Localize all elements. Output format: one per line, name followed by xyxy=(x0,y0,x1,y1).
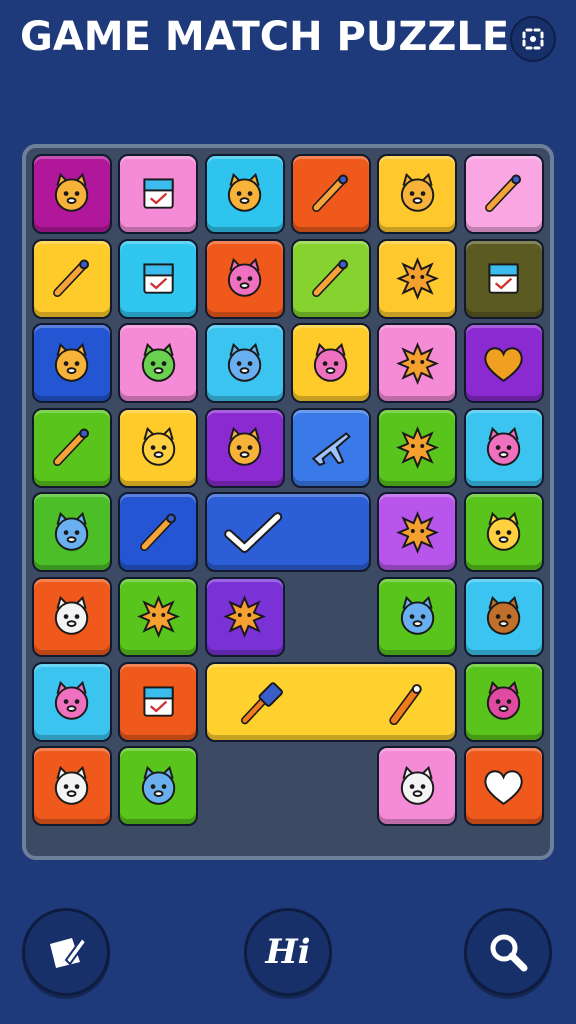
tile-blue-bear[interactable] xyxy=(204,323,285,404)
hammer-and-marker-icon xyxy=(240,682,422,726)
tile-calendar-grid[interactable] xyxy=(463,238,544,319)
balloon-cat-icon xyxy=(400,173,434,213)
tile-pink-bear[interactable] xyxy=(290,323,371,404)
blank-card-icon xyxy=(143,686,174,717)
tile-blue-fish-creature[interactable] xyxy=(377,577,458,657)
lion-face-icon xyxy=(55,173,89,213)
white-lion-icon xyxy=(55,596,89,636)
checklist-icon xyxy=(143,263,174,294)
airplane-icon xyxy=(312,432,352,467)
tile-airplane[interactable] xyxy=(290,407,371,488)
tile-pink-cat[interactable] xyxy=(204,238,285,319)
starburst-sign-icon xyxy=(395,426,439,470)
tile-magnifier-lollipop[interactable] xyxy=(32,407,112,488)
green-urchin-icon xyxy=(136,595,180,639)
green-spiky-ball-icon xyxy=(223,595,266,639)
tile-pink-hippo[interactable] xyxy=(463,407,544,488)
white-heart-icon xyxy=(484,769,523,805)
orange-heart-icon xyxy=(484,346,523,382)
brown-cat-icon xyxy=(486,596,521,636)
tile-screwdriver[interactable] xyxy=(118,492,199,573)
edit-card-icon xyxy=(50,936,88,968)
game-board xyxy=(22,144,554,860)
pink-bear-icon xyxy=(314,342,348,382)
orange-lion-icon xyxy=(227,427,262,467)
orange-sun-icon xyxy=(395,510,439,554)
pink-cat-icon xyxy=(227,257,262,297)
green-spiky-creature-icon xyxy=(395,257,439,300)
tile-sun-creature[interactable] xyxy=(377,323,458,404)
yellow-cat-face-icon xyxy=(486,511,521,551)
yellow-cat-icon xyxy=(141,427,175,467)
tile-blue-mouse[interactable] xyxy=(118,746,199,827)
blue-mouse-icon xyxy=(141,765,175,805)
magenta-cat-icon xyxy=(486,680,521,720)
tile-hammer-and-marker[interactable] xyxy=(204,661,458,742)
game-title: GAME MATCH PUZZLE xyxy=(20,14,510,60)
hint-label: Hi xyxy=(265,932,311,972)
tile-stacked-blocks[interactable] xyxy=(118,154,199,234)
checkmark-icon xyxy=(223,511,282,553)
tile-blue-cat[interactable] xyxy=(32,492,112,573)
tile-white-kitten[interactable] xyxy=(377,746,458,827)
tile-orange-lion[interactable] xyxy=(204,407,285,488)
tile-green-cat[interactable] xyxy=(118,323,199,404)
screwdriver-icon xyxy=(139,513,176,551)
magnifier-lollipop-icon xyxy=(53,428,90,467)
tile-yellow-cat[interactable] xyxy=(118,407,199,488)
blue-bear-icon xyxy=(227,342,262,382)
lemon-bell-icon xyxy=(227,173,262,213)
tile-green-urchin[interactable] xyxy=(118,577,199,657)
crayon-icon xyxy=(312,174,349,213)
tile-starburst-sign[interactable] xyxy=(377,407,458,488)
tile-green-spiky-ball[interactable] xyxy=(204,577,285,657)
tile-paintbrush[interactable] xyxy=(463,154,544,234)
edit-button[interactable] xyxy=(22,908,110,996)
tile-fox-face[interactable] xyxy=(32,323,112,404)
tile-orange-sun[interactable] xyxy=(377,492,458,573)
tile-white-heart[interactable] xyxy=(463,746,544,827)
tile-brown-cat[interactable] xyxy=(463,577,544,657)
pink-lion-icon xyxy=(55,680,89,720)
settings-button[interactable] xyxy=(510,16,556,62)
pink-hippo-icon xyxy=(486,427,521,467)
tile-crossed-pencils[interactable] xyxy=(32,238,112,319)
tile-pink-lion[interactable] xyxy=(32,661,112,742)
crossed-pencils-icon xyxy=(53,259,90,298)
blue-fish-creature-icon xyxy=(400,596,434,636)
tile-checkmark[interactable] xyxy=(204,492,371,573)
tile-balloon-cat[interactable] xyxy=(377,154,458,234)
sun-creature-icon xyxy=(395,341,439,385)
hint-button[interactable]: Hi xyxy=(244,908,332,996)
tile-magenta-cat[interactable] xyxy=(463,661,544,742)
tile-lion-face[interactable] xyxy=(32,154,112,234)
tile-white-cat[interactable] xyxy=(32,746,112,827)
settings-gear-icon xyxy=(522,28,544,50)
search-button[interactable] xyxy=(464,908,552,996)
tile-blank-card[interactable] xyxy=(118,661,199,742)
tile-green-spiky-creature[interactable] xyxy=(377,238,458,319)
fox-face-icon xyxy=(55,342,89,382)
white-cat-icon xyxy=(55,765,89,805)
paintbrush-icon xyxy=(485,174,521,213)
tile-yellow-cat-face[interactable] xyxy=(463,492,544,573)
tile-checklist[interactable] xyxy=(118,238,199,319)
tile-crayon[interactable] xyxy=(290,154,371,234)
tile-lemon-bell[interactable] xyxy=(204,154,285,234)
tile-crossed-tools[interactable] xyxy=(290,238,371,319)
white-kitten-icon xyxy=(400,765,434,805)
stacked-blocks-icon xyxy=(143,178,174,210)
calendar-grid-icon xyxy=(488,263,519,294)
tile-orange-heart[interactable] xyxy=(463,323,544,404)
tile-white-lion[interactable] xyxy=(32,577,112,657)
search-icon xyxy=(490,934,528,972)
blue-cat-icon xyxy=(55,511,89,551)
crossed-tools-icon xyxy=(312,259,349,298)
green-cat-icon xyxy=(141,342,175,382)
